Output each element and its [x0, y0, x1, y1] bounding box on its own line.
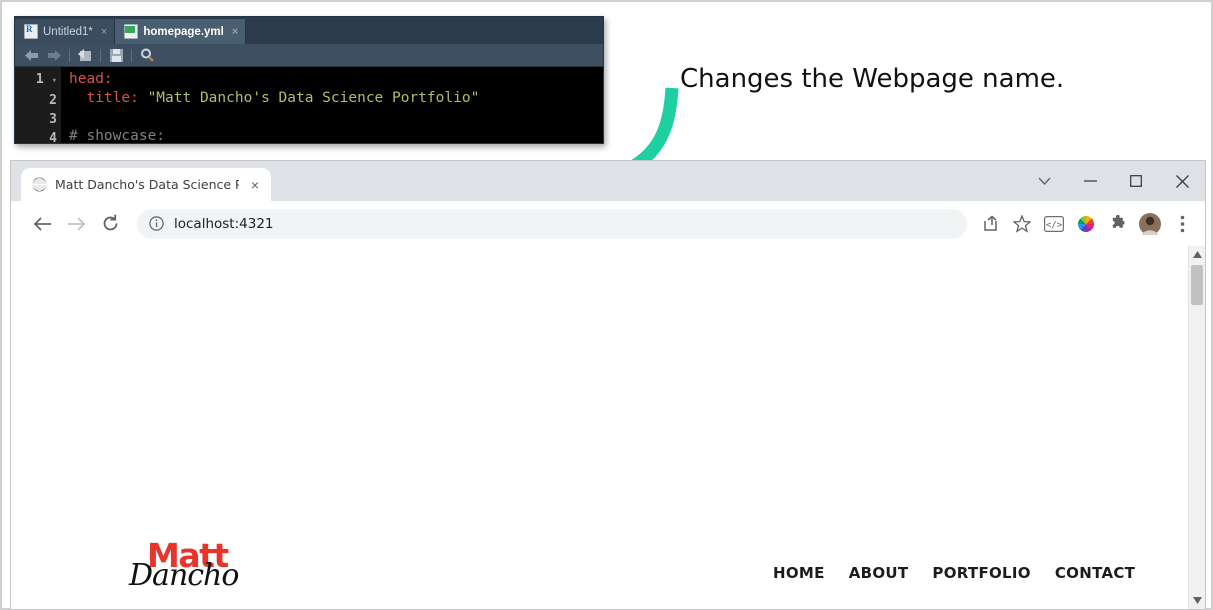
nav-item-contact[interactable]: CONTACT — [1055, 564, 1135, 582]
scroll-down-arrow-icon[interactable] — [1189, 592, 1205, 609]
svg-text:</>: </> — [1046, 220, 1063, 230]
rstudio-editor-snippet: Untitled1* × homepage.yml × 1 ▾234 head: — [14, 16, 604, 144]
editor-toolbar — [15, 44, 603, 67]
yaml-comment-showcase: # showcase: — [69, 128, 166, 144]
maximize-button[interactable] — [1113, 161, 1159, 201]
yml-file-icon — [124, 24, 139, 39]
share-icon[interactable] — [975, 209, 1005, 239]
logo-second-word: Dancho — [129, 558, 239, 593]
browser-tab-active[interactable]: Matt Dancho's Data Science Port × — [21, 168, 271, 201]
site-nav: HOME ABOUT PORTFOLIO CONTACT — [773, 564, 1135, 582]
close-icon[interactable]: × — [247, 177, 263, 193]
forward-button[interactable] — [59, 207, 93, 241]
find-icon[interactable] — [136, 45, 158, 65]
globe-icon — [32, 177, 47, 192]
browser-tab-strip: Matt Dancho's Data Science Port × — [11, 161, 1205, 201]
yaml-key-title: title: — [69, 90, 148, 106]
forward-arrow-icon[interactable] — [43, 45, 65, 65]
scroll-up-arrow-icon[interactable] — [1189, 246, 1205, 263]
editor-tab-label: homepage.yml — [143, 25, 224, 38]
colorwheel-extension-icon[interactable] — [1071, 209, 1101, 239]
extensions-puzzle-icon[interactable] — [1103, 209, 1133, 239]
scrollbar-thumb[interactable] — [1191, 265, 1203, 305]
editor-tab-homepage-yml[interactable]: homepage.yml × — [115, 19, 247, 44]
back-button[interactable] — [25, 207, 59, 241]
window-controls — [1021, 161, 1205, 201]
site-info-icon[interactable] — [149, 216, 164, 231]
toolbar-divider — [69, 48, 70, 62]
toolbar-divider — [100, 48, 101, 62]
avatar[interactable] — [1135, 209, 1165, 239]
nav-item-portfolio[interactable]: PORTFOLIO — [932, 564, 1030, 582]
toolbar-right-icons: </> — [975, 209, 1197, 239]
page-scrollbar[interactable] — [1188, 246, 1205, 609]
show-in-new-window-icon[interactable] — [74, 45, 96, 65]
nav-item-home[interactable]: HOME — [773, 564, 825, 582]
editor-tab-untitled1[interactable]: Untitled1* × — [15, 19, 116, 44]
minimize-button[interactable] — [1067, 161, 1113, 201]
close-button[interactable] — [1159, 161, 1205, 201]
tab-search-button[interactable] — [1021, 161, 1067, 201]
annotation-text: Changes the Webpage name. — [680, 64, 1065, 94]
save-icon[interactable] — [105, 45, 127, 65]
chrome-browser-window: Matt Dancho's Data Science Port × — [10, 160, 1206, 610]
address-bar[interactable]: localhost:4321 — [137, 208, 967, 239]
browser-toolbar: localhost:4321 </> — [11, 201, 1205, 246]
nav-item-about[interactable]: ABOUT — [849, 564, 909, 582]
editor-tab-close-icon[interactable]: × — [101, 26, 107, 38]
back-arrow-icon[interactable] — [21, 45, 43, 65]
code-extension-icon[interactable]: </> — [1039, 209, 1069, 239]
url-text: localhost:4321 — [174, 215, 274, 232]
editor-code-lines: head: title: "Matt Dancho's Data Science… — [61, 67, 480, 144]
page-viewport: Matt Dancho HOME ABOUT PORTFOLIO CONTACT… — [11, 246, 1205, 609]
yaml-key-head: head: — [69, 71, 113, 87]
reload-button[interactable] — [93, 207, 127, 241]
rendered-webpage: Matt Dancho HOME ABOUT PORTFOLIO CONTACT… — [11, 246, 1188, 609]
r-script-icon — [24, 24, 38, 39]
yaml-value-title: "Matt Dancho's Data Science Portfolio" — [147, 90, 480, 106]
editor-code-area[interactable]: 1 ▾ 2 3 4 head: title: "Matt Dancho's Data … — [15, 67, 603, 144]
bookmark-star-icon[interactable] — [1007, 209, 1037, 239]
toolbar-divider — [131, 48, 132, 62]
browser-tab-title: Matt Dancho's Data Science Port — [55, 177, 239, 192]
editor-line-numbers: 1 ▾ 2 3 4 — [15, 67, 61, 143]
chrome-menu-icon[interactable] — [1167, 209, 1197, 239]
editor-tab-close-icon[interactable]: × — [232, 26, 238, 38]
site-logo[interactable]: Matt Dancho — [129, 536, 249, 602]
editor-tab-bar: Untitled1* × homepage.yml × — [15, 17, 603, 44]
editor-tab-label: Untitled1* — [43, 25, 93, 38]
